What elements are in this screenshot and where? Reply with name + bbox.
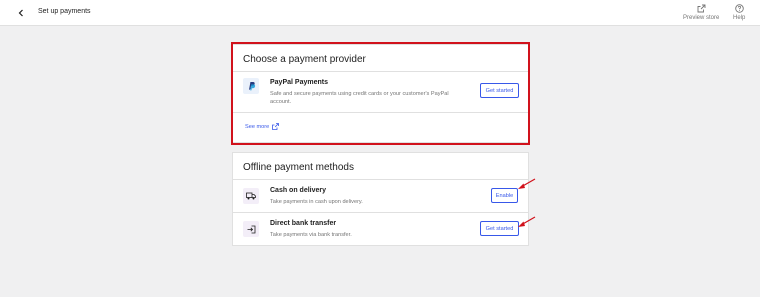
method-row-direct-bank-transfer: Direct bank transfer Take payments via b… (233, 213, 528, 246)
help-button[interactable]: Help (733, 4, 745, 21)
paypal-get-started-button[interactable]: Get started (480, 83, 519, 98)
payment-provider-card: Choose a payment provider PayPal Payment… (232, 44, 529, 143)
provider-card-title: Choose a payment provider (233, 45, 528, 72)
provider-name: PayPal Payments (270, 79, 328, 86)
see-more-label: See more (245, 123, 270, 130)
provider-description: Safe and secure payments using credit ca… (270, 91, 449, 105)
truck-icon (243, 188, 259, 204)
method-description: Take payments in cash upon delivery. (270, 199, 363, 205)
see-more-row: See more (233, 113, 528, 143)
preview-store-label: Preview store (683, 15, 720, 21)
method-name: Direct bank transfer (270, 220, 337, 227)
back-button[interactable] (14, 6, 28, 20)
method-name: Cash on delivery (270, 187, 327, 194)
top-bar: Set up payments Preview store Help (0, 0, 760, 26)
external-link-icon (272, 123, 280, 130)
provider-row-paypal: PayPal Payments Safe and secure payments… (233, 72, 528, 113)
help-circle-icon (734, 4, 744, 13)
help-label: Help (733, 15, 746, 21)
bank-transfer-get-started-button[interactable]: Get started (480, 221, 519, 236)
method-row-cash-on-delivery: Cash on delivery Take payments in cash u… (233, 180, 528, 213)
method-description: Take payments via bank transfer. (270, 232, 352, 238)
paypal-logo-icon (243, 78, 259, 94)
cash-on-delivery-enable-button[interactable]: Enable (491, 188, 518, 203)
external-link-icon (697, 4, 706, 13)
chevron-left-icon (18, 9, 23, 17)
preview-store-button[interactable]: Preview store (683, 4, 719, 21)
page-title: Set up payments (38, 8, 91, 15)
offline-card-title: Offline payment methods (233, 153, 528, 180)
bank-transfer-icon (243, 221, 259, 237)
offline-methods-card: Offline payment methods Cash on delivery… (232, 152, 529, 246)
see-more-link[interactable]: See more (245, 123, 280, 130)
